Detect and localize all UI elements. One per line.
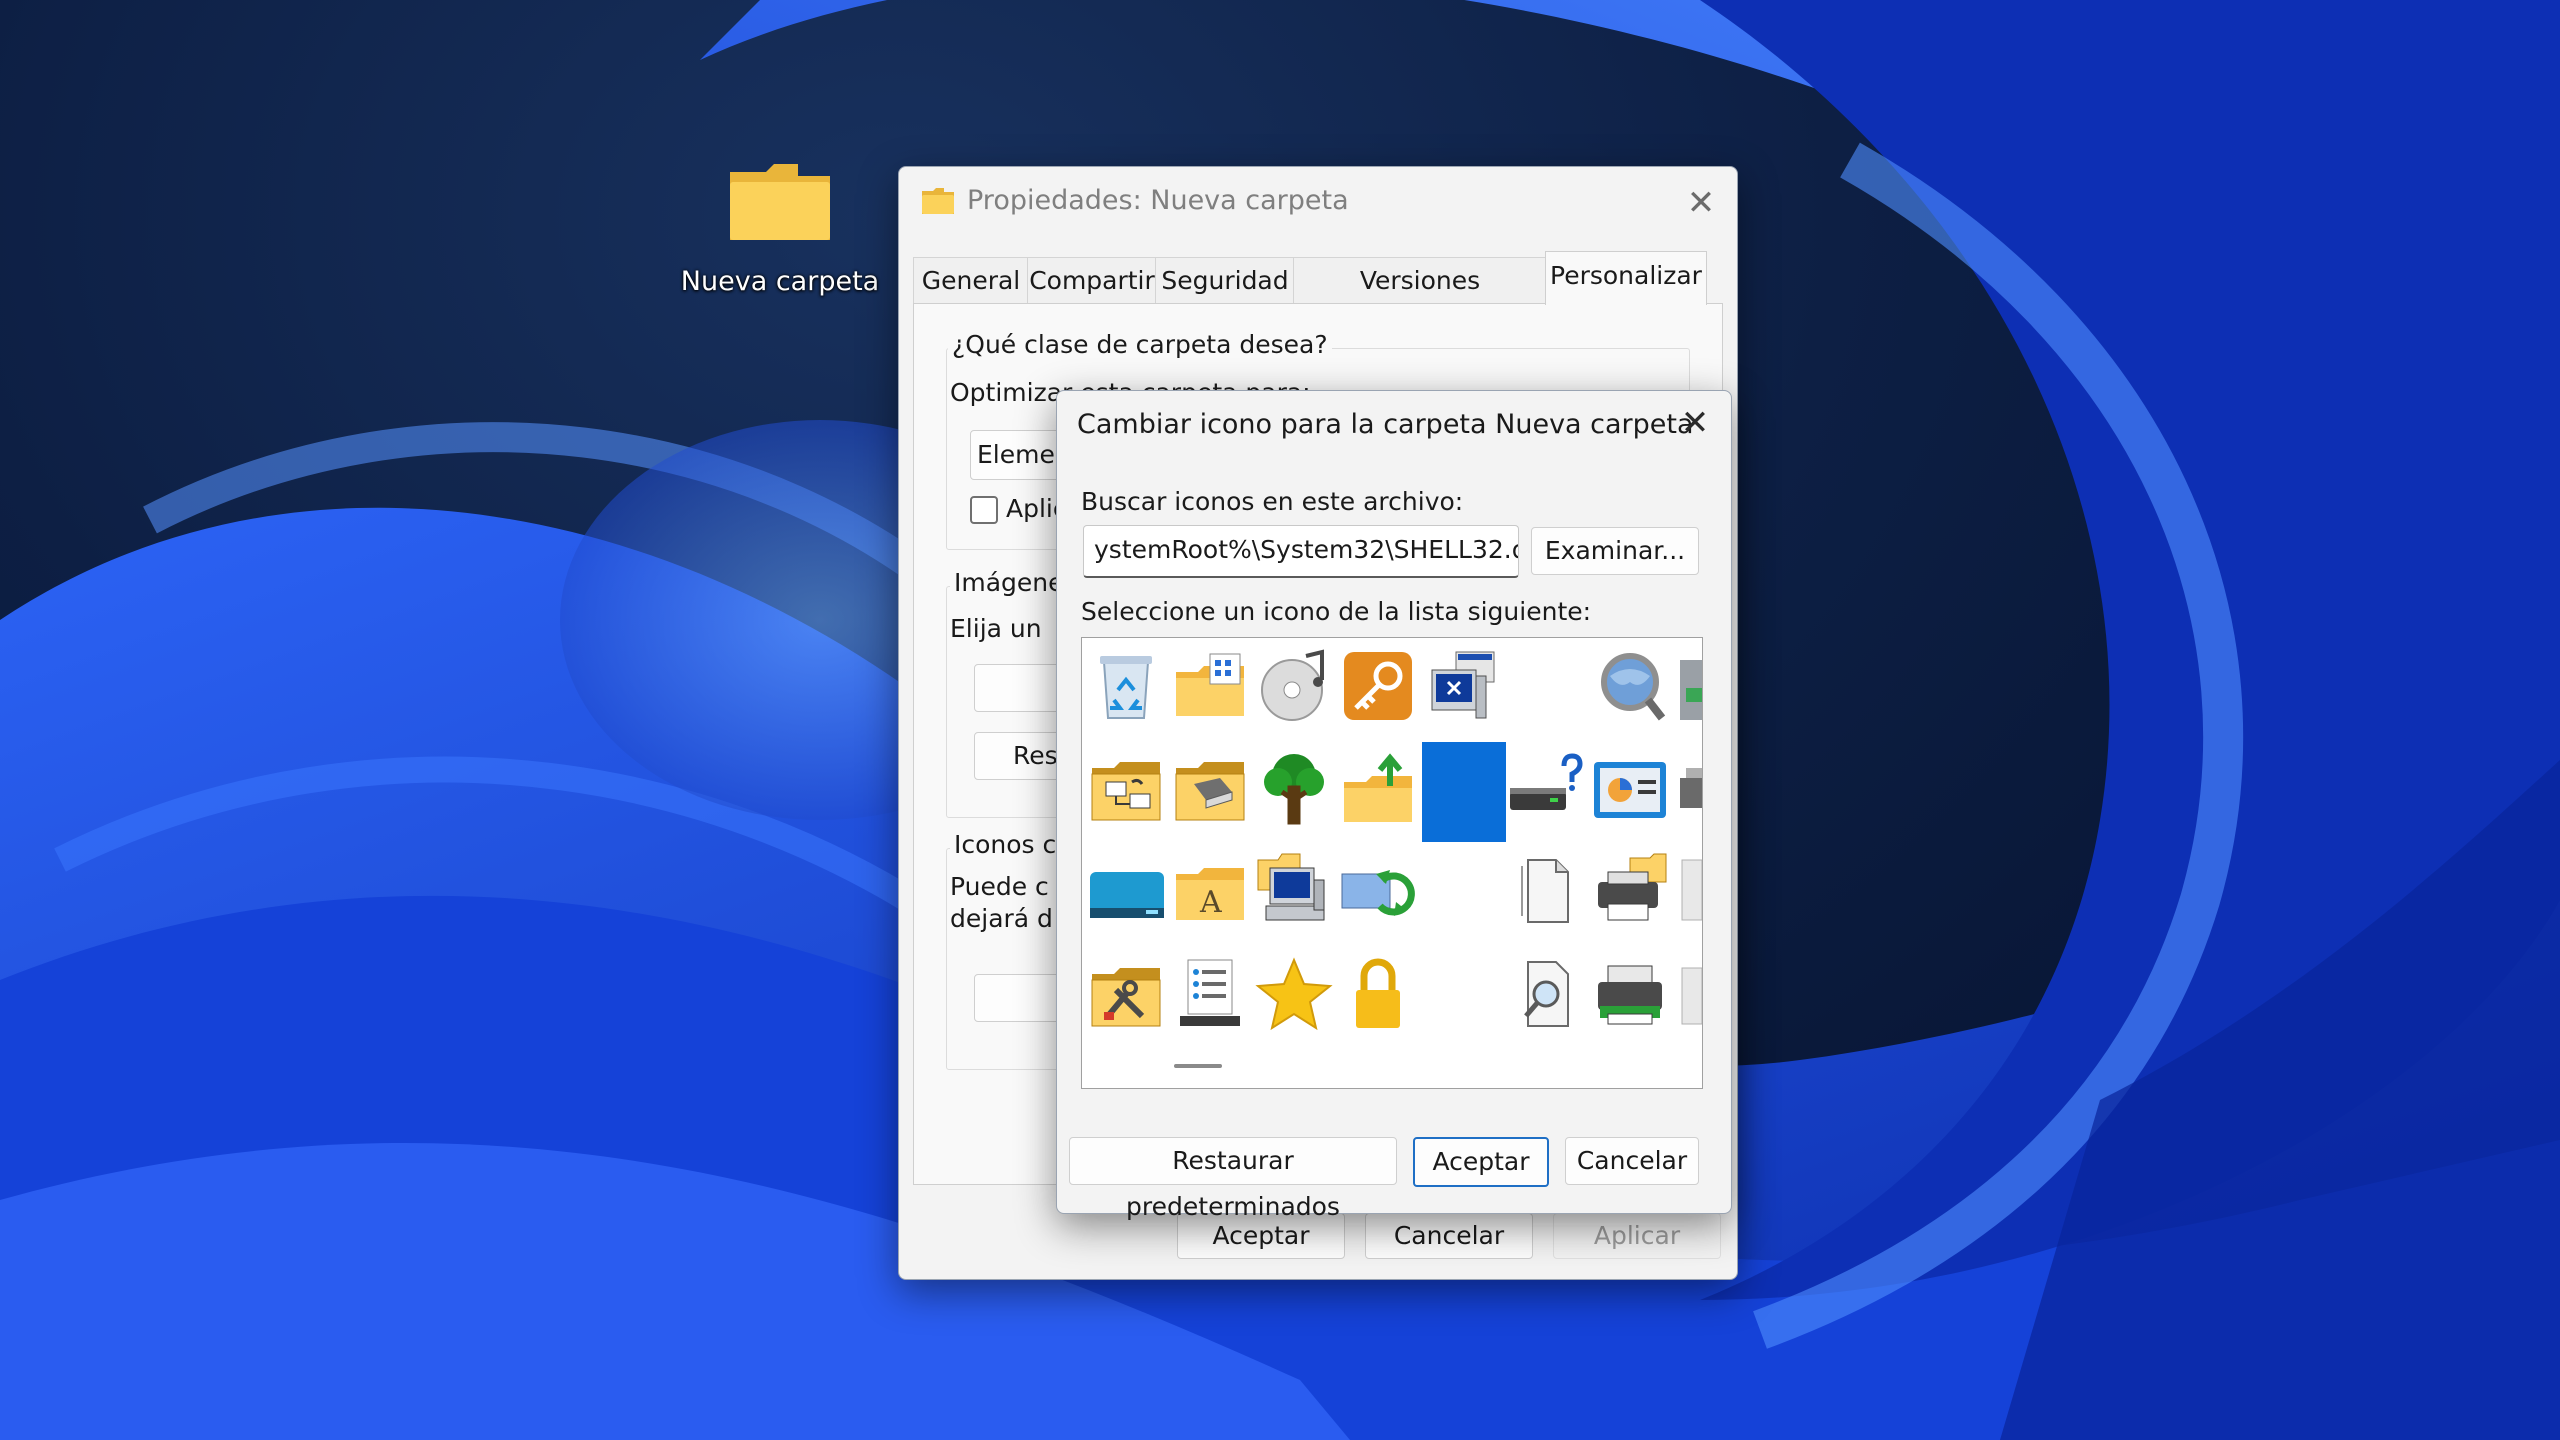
change-icon-cancel-button[interactable]: Cancelar: [1565, 1137, 1699, 1185]
properties-cancel-button[interactable]: Cancelar: [1365, 1213, 1533, 1259]
lock-icon[interactable]: [1338, 954, 1418, 1034]
change-icon-dialog: Cambiar icono para la carpeta Nueva carp…: [1056, 390, 1732, 1221]
document-icon[interactable]: [1506, 850, 1586, 930]
browse-button[interactable]: Examinar...: [1531, 527, 1699, 575]
printer-green-icon[interactable]: [1590, 954, 1670, 1034]
tab-versiones-anteriores[interactable]: Versiones anteriores: [1293, 257, 1547, 341]
folder-upload-icon[interactable]: [1338, 748, 1418, 828]
partial-icon[interactable]: [1674, 748, 1702, 828]
icons-desc-line2: dejará d: [950, 904, 1053, 933]
horizontal-scrollbar-thumb[interactable]: [1174, 1064, 1222, 1068]
key-icon[interactable]: [1338, 646, 1418, 726]
apply-subfolders-checkbox[interactable]: [970, 496, 998, 524]
close-icon[interactable]: ✕: [1681, 183, 1721, 223]
icon-list[interactable]: A: [1081, 637, 1703, 1089]
tab-compartir[interactable]: Compartir: [1027, 257, 1157, 304]
sync-icon[interactable]: [1338, 850, 1418, 930]
drive-question-icon[interactable]: [1506, 748, 1586, 828]
drive-teal-icon[interactable]: [1086, 850, 1166, 930]
icons-group-title: Iconos c: [950, 830, 1061, 859]
computer-folder-icon[interactable]: [1254, 850, 1334, 930]
tab-personalizar[interactable]: Personalizar: [1545, 251, 1707, 305]
properties-titlebar[interactable]: Propiedades: Nueva carpeta ✕: [899, 167, 1737, 237]
select-icon-label: Seleccione un icono de la lista siguient…: [1081, 597, 1592, 626]
restore-image-label: Res: [1013, 741, 1058, 770]
close-icon[interactable]: ✕: [1675, 403, 1715, 443]
choose-image-label: Elija un: [950, 614, 1042, 643]
folder-type-group-title: ¿Qué clase de carpeta desea?: [948, 330, 1332, 359]
selected-blue-icon[interactable]: [1422, 742, 1506, 842]
partial-icon[interactable]: [1674, 850, 1702, 930]
properties-apply-button[interactable]: Aplicar: [1553, 1213, 1721, 1259]
recycle-bin-icon[interactable]: [1086, 646, 1166, 726]
computer-window-icon[interactable]: [1422, 646, 1502, 726]
folder-icon: [730, 164, 830, 240]
folder-font-icon[interactable]: A: [1170, 850, 1250, 930]
partial-icon[interactable]: [1674, 954, 1702, 1034]
list-server-icon[interactable]: [1170, 954, 1250, 1034]
star-icon[interactable]: [1254, 954, 1334, 1034]
browse-button-label: Examinar...: [1544, 536, 1686, 565]
change-icon-title: Cambiar icono para la carpeta Nueva carp…: [1077, 409, 1694, 440]
search-icons-label: Buscar iconos en este archivo:: [1081, 487, 1464, 516]
tab-seguridad[interactable]: Seguridad: [1155, 257, 1295, 304]
document-search-icon[interactable]: [1506, 954, 1586, 1034]
images-group-title: Imágene: [950, 568, 1068, 597]
folder-tools-icon[interactable]: [1086, 954, 1166, 1034]
printer-folder-icon[interactable]: [1590, 850, 1670, 930]
control-panel-icon[interactable]: [1590, 748, 1670, 828]
icons-desc-line1: Puede c: [950, 872, 1049, 901]
properties-title: Propiedades: Nueva carpeta: [967, 185, 1349, 216]
folder-icon: [922, 188, 954, 214]
partial-icon[interactable]: [1674, 646, 1702, 726]
folder-network-icon[interactable]: [1086, 748, 1166, 828]
svg-text:A: A: [1199, 885, 1222, 920]
icon-file-path-input[interactable]: ystemRoot%\System32\SHELL32.dll: [1083, 525, 1519, 578]
tab-general[interactable]: General: [913, 257, 1029, 304]
cd-icon[interactable]: [1254, 646, 1334, 726]
folder-grid-icon[interactable]: [1170, 646, 1250, 726]
folder-printer-icon[interactable]: [1170, 748, 1250, 828]
icon-file-path-value: ystemRoot%\System32\SHELL32.dll: [1094, 535, 1519, 564]
desktop-folder-label: Nueva carpeta: [680, 266, 880, 297]
magnifier-globe-icon[interactable]: [1590, 646, 1670, 726]
restore-defaults-button[interactable]: Restaurar predeterminados: [1069, 1137, 1397, 1221]
desktop: Nueva carpeta Propiedades: Nueva carpeta…: [0, 0, 2560, 1440]
change-icon-ok-button[interactable]: Aceptar: [1413, 1137, 1549, 1187]
desktop-folder[interactable]: Nueva carpeta: [680, 150, 880, 310]
tree-icon[interactable]: [1254, 748, 1334, 828]
